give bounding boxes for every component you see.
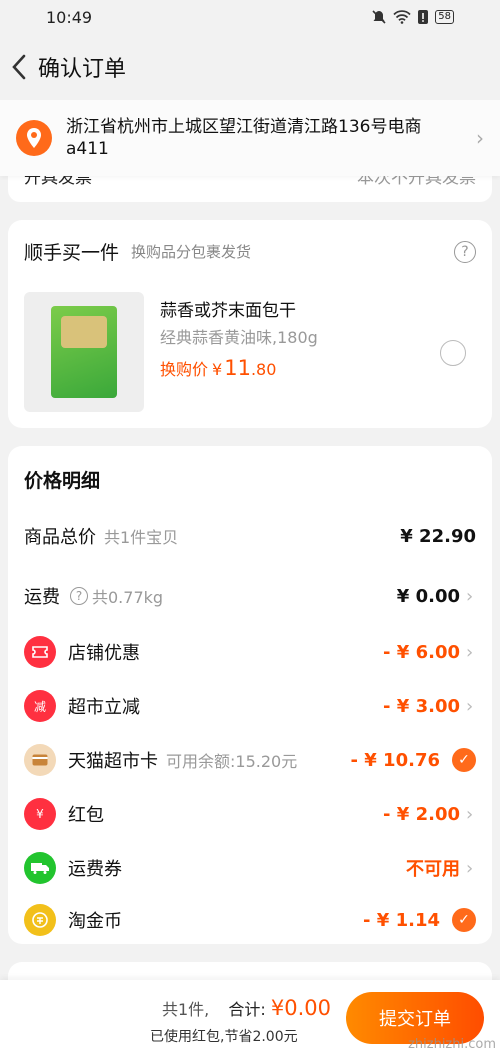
row-label: 超市立减: [68, 697, 140, 718]
product-image: [24, 292, 144, 412]
row-label: 店铺优惠: [68, 643, 140, 664]
product-price: 换购价 ¥ 11 .80: [160, 356, 276, 380]
row-value: - ¥ 3.00: [383, 695, 460, 717]
chevron-right-icon: ›: [466, 857, 474, 879]
wifi-icon: [393, 10, 411, 24]
help-icon[interactable]: ?: [70, 587, 88, 605]
product-spec: 经典蒜香黄油味,180g: [160, 328, 318, 347]
chevron-left-icon: [12, 54, 26, 80]
row-value: - ¥ 1.14: [363, 909, 440, 931]
row-shipping[interactable]: 运费 ? 共0.77kg ¥ 0.00 ›: [24, 576, 476, 616]
row-taojinbi[interactable]: 淘金币 - ¥ 1.14 ✓: [24, 900, 476, 940]
gift-card-icon: [24, 744, 56, 776]
savings-text: 已使用红包,节省2.00元: [150, 1029, 298, 1045]
select-radio[interactable]: [440, 340, 466, 366]
chevron-right-icon: ›: [466, 585, 474, 607]
row-label: 运费券: [68, 859, 122, 880]
row-goods-total: 商品总价 共1件宝贝 ¥ 22.90: [24, 516, 476, 556]
location-pin-icon: [16, 120, 52, 156]
price-detail-title: 价格明细: [24, 470, 101, 492]
row-value: 不可用: [406, 859, 460, 880]
status-bar: 10:49 58: [0, 0, 500, 34]
addon-subtitle: 换购品分包裹发货: [131, 243, 252, 261]
row-tmall-card[interactable]: 天猫超市卡 可用余额:15.20元 - ¥ 10.76 ✓: [24, 740, 476, 780]
row-value: - ¥ 10.76: [350, 749, 440, 771]
price-decimal: .80: [250, 360, 277, 379]
price-detail-card: 价格明细 商品总价 共1件宝贝 ¥ 22.90 运费 ? 共0.77kg ¥ 0…: [8, 446, 492, 944]
price-currency: ¥: [212, 360, 223, 379]
row-label: 红包: [68, 805, 104, 826]
reduction-icon: 减: [24, 690, 56, 722]
row-label: 运费: [24, 587, 60, 608]
gold-coin-icon: [24, 904, 56, 936]
chevron-right-icon: ›: [476, 126, 484, 150]
chevron-right-icon: ›: [466, 695, 474, 717]
help-icon[interactable]: ?: [454, 240, 476, 263]
total-label: 合计:: [228, 1000, 266, 1019]
store-coupon-icon: [24, 636, 56, 668]
row-red-packet[interactable]: ¥ 红包 - ¥ 2.00 ›: [24, 794, 476, 834]
addon-product[interactable]: 蒜香或芥末面包干 经典蒜香黄油味,180g 换购价 ¥ 11 .80: [24, 292, 476, 412]
product-name: 蒜香或芥末面包干: [160, 301, 296, 321]
row-label: 天猫超市卡: [68, 751, 158, 772]
watermark: zhizhizhi.com: [408, 1037, 496, 1052]
row-value: - ¥ 2.00: [383, 803, 460, 825]
price-integer: 11: [224, 356, 251, 380]
checkout-footer: 共1件, 合计: ¥0.00 已使用红包,节省2.00元 提交订单 zhizhi…: [0, 980, 500, 1056]
price-label: 换购价: [160, 360, 209, 379]
truck-icon: [24, 852, 56, 884]
row-label: 商品总价: [24, 527, 96, 548]
row-value: ¥ 22.90: [400, 525, 476, 547]
row-sub: 共1件宝贝: [104, 528, 179, 547]
footer-total: 共1件, 合计: ¥0.00: [162, 996, 331, 1020]
row-shipping-coupon[interactable]: 运费券 不可用 ›: [24, 848, 476, 888]
alert-icon: [418, 10, 429, 24]
row-value: - ¥ 6.00: [383, 641, 460, 663]
navigation-bar: 确认订单: [0, 34, 500, 100]
status-icons: 58: [371, 9, 454, 25]
battery-icon: 58: [435, 10, 454, 24]
addon-title: 顺手买一件: [24, 242, 120, 264]
row-sub: 共0.77kg: [92, 588, 164, 607]
checkmark-icon[interactable]: ✓: [452, 748, 476, 772]
page-title: 确认订单: [38, 57, 127, 82]
row-store-discount[interactable]: 店铺优惠 - ¥ 6.00 ›: [24, 632, 476, 672]
addon-purchase-card: 顺手买一件 换购品分包裹发货 ? 蒜香或芥末面包干 经典蒜香黄油味,180g 换…: [8, 220, 492, 428]
total-amount: ¥0.00: [270, 996, 331, 1020]
row-market-reduction[interactable]: 减 超市立减 - ¥ 3.00 ›: [24, 686, 476, 726]
row-sub: 可用余额:15.20元: [166, 752, 298, 771]
chevron-right-icon: ›: [466, 641, 474, 663]
mute-icon: [372, 10, 386, 24]
checkmark-icon[interactable]: ✓: [452, 908, 476, 932]
address-text: 浙江省杭州市上城区望江街道清江路136号电商a411: [66, 117, 422, 159]
status-time: 10:49: [46, 7, 93, 27]
row-label: 淘金币: [68, 911, 122, 932]
address-bar[interactable]: 浙江省杭州市上城区望江街道清江路136号电商a411 ›: [0, 100, 500, 176]
chevron-right-icon: ›: [466, 803, 474, 825]
row-value: ¥ 0.00: [396, 585, 460, 607]
red-packet-icon: ¥: [24, 798, 56, 830]
back-button[interactable]: [6, 52, 32, 82]
item-count: 共1件,: [162, 1000, 210, 1019]
